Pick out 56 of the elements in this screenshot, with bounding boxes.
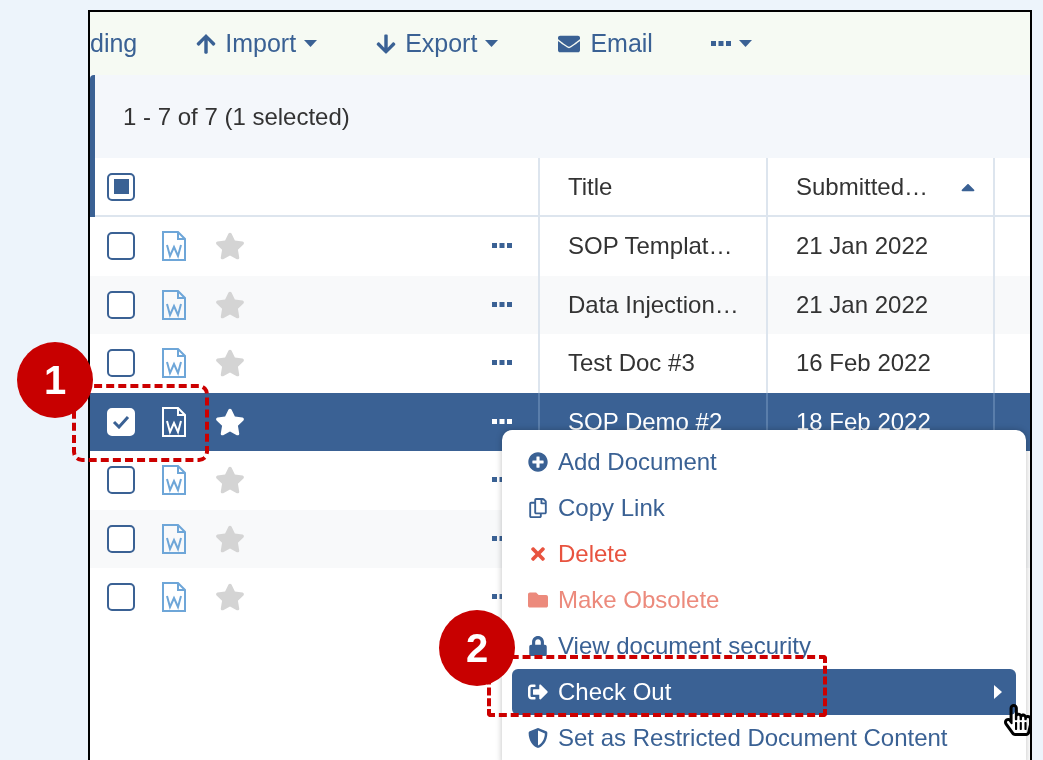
arrow-up-icon bbox=[195, 32, 218, 55]
table-row[interactable]: Data Injection… 21 Jan 2022 bbox=[90, 275, 1030, 334]
column-header[interactable]: Title bbox=[538, 158, 766, 215]
table-cell-text: Data Injection… bbox=[568, 289, 739, 320]
word-document-icon bbox=[161, 289, 187, 320]
table-cell-text: Test Doc #3 bbox=[568, 348, 695, 379]
column-title: Submitted… bbox=[796, 171, 929, 202]
more-icon[interactable] bbox=[710, 40, 731, 47]
star-icon[interactable] bbox=[215, 349, 245, 378]
toolbar-button[interactable]: ding bbox=[90, 24, 138, 63]
record-count: 1 - 7 of 7 (1 selected) bbox=[123, 101, 350, 132]
more-icon[interactable] bbox=[492, 243, 512, 250]
table-cell-text: SOP Demo #2 bbox=[568, 406, 723, 437]
star-icon[interactable] bbox=[215, 583, 245, 612]
word-document-icon bbox=[161, 465, 187, 496]
menu-item[interactable]: Check Out bbox=[512, 669, 1016, 715]
table-cell-text: SOP Templat… bbox=[568, 231, 733, 262]
toolbar-button[interactable] bbox=[710, 40, 752, 47]
checkbox[interactable] bbox=[107, 466, 135, 495]
select-all-checkbox[interactable] bbox=[107, 172, 135, 201]
star-icon[interactable] bbox=[215, 232, 245, 261]
toolbar-button[interactable]: Export bbox=[375, 24, 499, 63]
checkbox[interactable] bbox=[107, 290, 135, 319]
table-cell-text: 21 Jan 2022 bbox=[796, 289, 929, 320]
lock-icon bbox=[528, 636, 548, 656]
close-icon bbox=[528, 544, 548, 564]
folder-icon bbox=[528, 590, 548, 610]
toolbar-button[interactable]: Email bbox=[556, 24, 653, 63]
toolbar-button[interactable]: Import bbox=[195, 24, 318, 63]
more-icon[interactable] bbox=[492, 418, 512, 425]
checkbox[interactable] bbox=[107, 524, 135, 553]
table-cell-text: 18 Feb 2022 bbox=[796, 406, 931, 437]
column-title: Title bbox=[568, 171, 613, 202]
word-document-icon bbox=[161, 406, 187, 437]
word-document-icon bbox=[161, 231, 187, 262]
star-icon[interactable] bbox=[215, 290, 245, 319]
star-icon[interactable] bbox=[215, 407, 245, 436]
checkbox[interactable] bbox=[107, 232, 135, 261]
column-header[interactable]: Submitted… bbox=[766, 158, 993, 215]
star-icon[interactable] bbox=[215, 466, 245, 495]
word-document-icon bbox=[161, 582, 187, 613]
shield-icon bbox=[528, 728, 548, 748]
check-icon bbox=[112, 414, 130, 429]
table-cell-text: 16 Feb 2022 bbox=[796, 348, 931, 379]
copy-icon bbox=[528, 498, 548, 518]
arrow-down-icon bbox=[375, 32, 398, 55]
sign-out-icon bbox=[528, 682, 548, 702]
callout-badge: 1 bbox=[17, 342, 93, 418]
table-cell-text: 21 Jan 2022 bbox=[796, 231, 929, 262]
checkbox[interactable] bbox=[107, 349, 135, 378]
word-document-icon bbox=[161, 348, 187, 379]
checkbox[interactable] bbox=[107, 583, 135, 612]
word-document-icon bbox=[161, 523, 187, 554]
star-icon[interactable] bbox=[215, 524, 245, 553]
more-icon[interactable] bbox=[492, 360, 512, 367]
more-icon[interactable] bbox=[492, 301, 512, 308]
